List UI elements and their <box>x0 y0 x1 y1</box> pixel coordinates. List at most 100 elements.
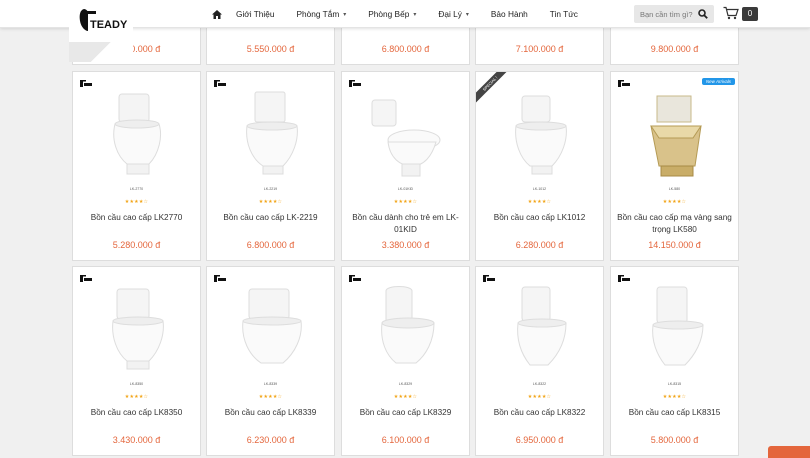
rating-stars: ★★★★☆ <box>393 394 418 400</box>
nav-label: Đại Lý <box>438 9 462 19</box>
product-image[interactable] <box>97 86 177 182</box>
product-price: 5.550.000 đ <box>246 44 295 54</box>
product-price: 5.280.000 đ <box>112 240 161 250</box>
search-icon[interactable] <box>698 9 708 19</box>
nav-item-gioi-thieu[interactable]: Giới Thiệu <box>236 9 275 19</box>
nav-item-phong-tam[interactable]: Phòng Tắm ▾ <box>297 9 347 19</box>
product-name[interactable]: Bồn cầu cao cấp LK-2219 <box>213 212 328 224</box>
brand-logo-icon <box>483 275 495 282</box>
rating-stars: ★★★★☆ <box>124 199 149 205</box>
brand-logo-icon <box>80 275 92 282</box>
product-code: LK-580 <box>668 187 681 191</box>
product-card[interactable]: New Arrivals LK-580 ★★★★☆ Bồn cầu cao cấ… <box>610 71 739 261</box>
product-code: LK-8315 <box>667 382 682 386</box>
brand-logo-icon <box>618 275 630 282</box>
product-card[interactable]: LK-2770 ★★★★☆ Bồn cầu cao cấp LK2770 5.2… <box>72 71 201 261</box>
rating-stars: ★★★★☆ <box>124 394 149 400</box>
product-name[interactable]: Bồn cầu dành cho trẻ em LK-01KID <box>348 212 463 236</box>
rating-stars: ★★★★☆ <box>527 394 552 400</box>
product-price: 3.380.000 đ <box>381 240 430 250</box>
product-price: 6.800.000 đ <box>246 240 295 250</box>
logo-flag <box>69 42 133 62</box>
product-price: 9.800.000 đ <box>650 44 699 54</box>
cart-icon[interactable] <box>723 6 739 20</box>
nav-label: Tin Tức <box>549 9 578 19</box>
product-card[interactable]: SPECIAL ! LK-1012 ★★★★☆ Bồn cầu cao cấp … <box>475 71 604 261</box>
product-name[interactable]: Bồn cầu cao cấp LK8350 <box>79 407 194 419</box>
nav-item-dai-ly[interactable]: Đại Lý ▾ <box>438 9 469 19</box>
product-card[interactable]: LK-8329 ★★★★☆ Bồn cầu cao cấp LK8329 6.1… <box>341 266 470 456</box>
product-price: 6.100.000 đ <box>381 435 430 445</box>
product-image[interactable] <box>635 281 715 377</box>
product-code: LK-8350 <box>129 382 144 386</box>
cart-count-badge[interactable]: 0 <box>742 7 758 21</box>
product-code: LK-8329 <box>398 382 413 386</box>
brand-logo-icon <box>349 275 361 282</box>
product-price: 14.150.000 đ <box>648 240 701 250</box>
home-icon[interactable] <box>212 9 222 19</box>
product-card[interactable]: LK-8339 ★★★★☆ Bồn cầu cao cấp LK8339 6.2… <box>206 266 335 456</box>
product-price: 6.280.000 đ <box>515 240 564 250</box>
product-name[interactable]: Bồn cầu cao cấp mạ vàng sang trọng LK580 <box>617 212 732 236</box>
product-image[interactable] <box>97 281 177 377</box>
site-logo[interactable]: TEADY <box>69 0 133 62</box>
product-name[interactable]: Bồn cầu cao cấp LK8329 <box>348 407 463 419</box>
product-price: 7.100.000 đ <box>515 44 564 54</box>
chevron-down-icon: ▾ <box>465 11 469 18</box>
product-code: LK-2219 <box>263 187 278 191</box>
brand-logo-icon <box>214 275 226 282</box>
nav-item-bao-hanh[interactable]: Bảo Hành <box>491 9 528 19</box>
product-image[interactable] <box>231 86 311 182</box>
brand-logo-icon <box>214 80 226 87</box>
product-price: 6.800.000 đ <box>381 44 430 54</box>
product-price: 5.800.000 đ <box>650 435 699 445</box>
product-price: 6.950.000 đ <box>515 435 564 445</box>
product-card[interactable]: LK-2219 ★★★★☆ Bồn cầu cao cấp LK-2219 6.… <box>206 71 335 261</box>
brand-logo-icon <box>618 80 630 87</box>
product-price: 3.430.000 đ <box>112 435 161 445</box>
product-image[interactable] <box>635 86 715 182</box>
search-box <box>634 5 714 23</box>
main-nav: Giới Thiệu Phòng Tắm ▾ Phòng Bếp ▾ Đại Lý ▾… <box>212 0 600 28</box>
product-card[interactable]: LK-8350 ★★★★☆ Bồn cầu cao cấp LK8350 3.4… <box>72 266 201 456</box>
product-price: 6.230.000 đ <box>246 435 295 445</box>
search-input[interactable] <box>640 5 698 23</box>
product-name[interactable]: Bồn cầu cao cấp LK1012 <box>482 212 597 224</box>
product-image[interactable] <box>500 281 580 377</box>
product-name[interactable]: Bồn cầu cao cấp LK2770 <box>79 212 194 224</box>
product-image[interactable] <box>366 86 446 182</box>
product-card[interactable]: LK-01KID ★★★★☆ Bồn cầu dành cho trẻ em L… <box>341 71 470 261</box>
product-code: LK-2770 <box>129 187 144 191</box>
nav-label: Phòng Tắm <box>296 9 340 19</box>
floating-contact-button[interactable] <box>768 446 810 458</box>
teady-logo-icon: TEADY <box>79 9 128 31</box>
product-code: LK-1012 <box>532 187 547 191</box>
rating-stars: ★★★★☆ <box>662 199 687 205</box>
svg-text:TEADY: TEADY <box>90 19 128 31</box>
product-name[interactable]: Bồn cầu cao cấp LK8315 <box>617 407 732 419</box>
rating-stars: ★★★★☆ <box>527 199 552 205</box>
product-code: LK-8322 <box>532 382 547 386</box>
product-card[interactable]: LK-8322 ★★★★☆ Bồn cầu cao cấp LK8322 6.9… <box>475 266 604 456</box>
nav-label: Phòng Bếp <box>368 9 410 19</box>
nav-item-phong-bep[interactable]: Phòng Bếp ▾ <box>368 9 416 19</box>
rating-stars: ★★★★☆ <box>662 394 687 400</box>
new-arrivals-badge: New Arrivals <box>701 78 735 85</box>
chevron-down-icon: ▾ <box>413 11 417 18</box>
product-code: LK-8339 <box>263 382 278 386</box>
nav-label: Bảo Hành <box>490 9 528 19</box>
nav-label: Giới Thiệu <box>236 9 275 19</box>
product-image[interactable] <box>366 281 446 377</box>
product-image[interactable] <box>500 86 580 182</box>
product-code: LK-01KID <box>397 187 414 191</box>
product-image[interactable] <box>231 281 311 377</box>
rating-stars: ★★★★☆ <box>258 394 283 400</box>
product-card[interactable]: LK-8315 ★★★★☆ Bồn cầu cao cấp LK8315 5.8… <box>610 266 739 456</box>
brand-logo-icon <box>349 80 361 87</box>
nav-item-tin-tuc[interactable]: Tin Tức <box>550 9 578 19</box>
brand-logo-icon <box>80 80 92 87</box>
rating-stars: ★★★★☆ <box>393 199 418 205</box>
product-name[interactable]: Bồn cầu cao cấp LK8322 <box>482 407 597 419</box>
product-name[interactable]: Bồn cầu cao cấp LK8339 <box>213 407 328 419</box>
chevron-down-icon: ▾ <box>343 11 347 18</box>
